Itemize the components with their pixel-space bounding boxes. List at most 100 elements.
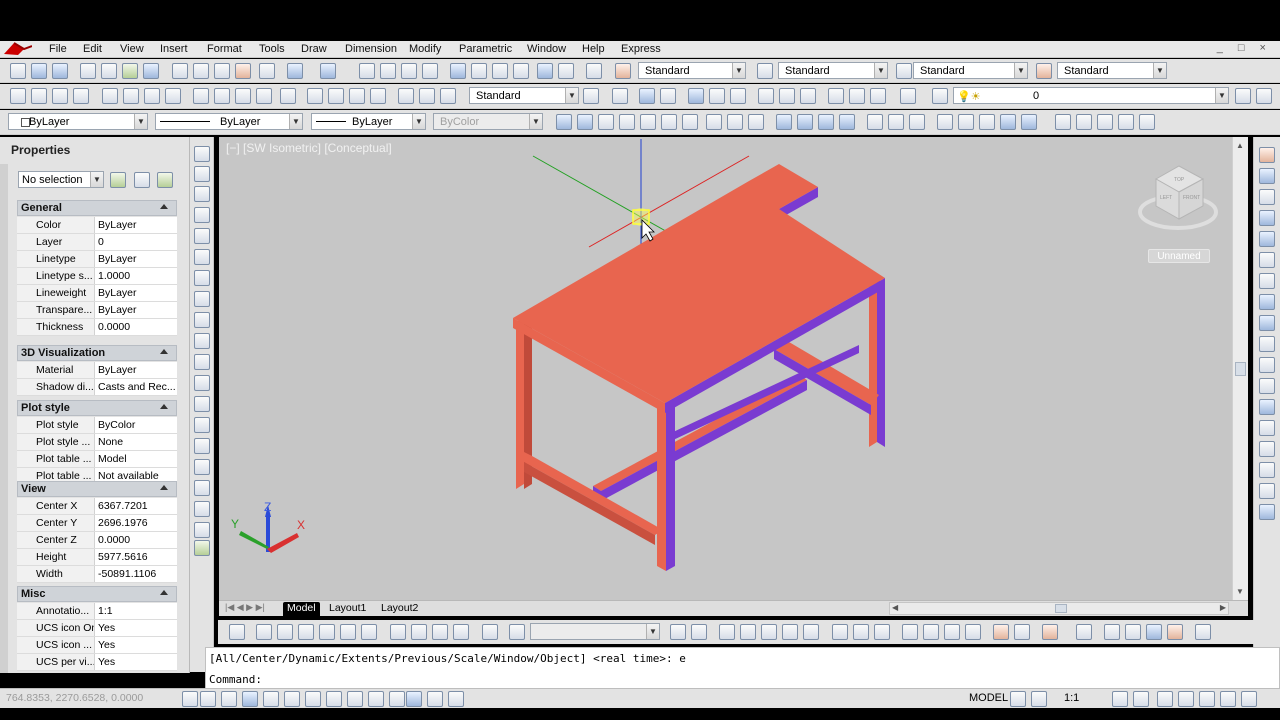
plot-preview-icon[interactable] <box>101 63 117 79</box>
2d-wireframe-icon[interactable] <box>1076 624 1092 640</box>
rectangle-icon[interactable] <box>194 228 210 244</box>
multileader-style-icon[interactable] <box>1036 63 1052 79</box>
hatch-icon[interactable] <box>194 438 210 454</box>
property-row[interactable]: Plot style ... None <box>17 434 177 451</box>
pan-icon[interactable] <box>359 63 375 79</box>
tab-layout2[interactable]: Layout2 <box>377 602 422 616</box>
color-control[interactable]: ByLayer ▼ <box>8 113 148 130</box>
fillet-icon[interactable] <box>1259 462 1275 478</box>
property-row[interactable]: Annotatio... 1:1 <box>17 603 177 620</box>
menu-modify[interactable]: Modify <box>409 43 441 55</box>
stretch-icon[interactable] <box>1259 315 1275 331</box>
tool-palettes-icon[interactable] <box>492 63 508 79</box>
property-row[interactable]: Layer 0 <box>17 234 177 251</box>
break-icon[interactable] <box>1259 399 1275 415</box>
dim-jogged-icon[interactable] <box>123 88 139 104</box>
spline-icon[interactable] <box>194 312 210 328</box>
new-icon[interactable] <box>10 63 26 79</box>
sheet-set-icon[interactable] <box>513 63 529 79</box>
ucs-y-icon[interactable] <box>849 88 865 104</box>
visual-styles-manager-icon[interactable] <box>1195 624 1211 640</box>
subtract-icon[interactable] <box>888 114 904 130</box>
quick-dim-icon[interactable] <box>193 88 209 104</box>
make-object-layer-current-icon[interactable] <box>1235 88 1251 104</box>
join-icon[interactable] <box>1259 420 1275 436</box>
quick-select-icon[interactable] <box>157 172 173 188</box>
sw-iso-icon[interactable] <box>390 624 406 640</box>
revolve-icon[interactable] <box>818 114 834 130</box>
select-objects-icon[interactable] <box>134 172 150 188</box>
design-center-icon[interactable] <box>471 63 487 79</box>
block-editor-icon[interactable] <box>259 63 275 79</box>
ucs-origin-icon[interactable] <box>758 88 774 104</box>
dim-diameter-icon[interactable] <box>144 88 160 104</box>
property-row[interactable]: Plot style ByColor <box>17 417 177 434</box>
publish-icon[interactable] <box>122 63 138 79</box>
menu-tools[interactable]: Tools <box>259 43 285 55</box>
linetype-control[interactable]: ByLayer ▼ <box>155 113 303 130</box>
dim-text-edit-icon[interactable] <box>419 88 435 104</box>
auto-scale-icon[interactable] <box>1133 691 1149 707</box>
polygon-icon[interactable] <box>194 207 210 223</box>
property-value[interactable]: Casts and Rec... <box>97 379 177 395</box>
property-value[interactable]: 1.0000 <box>97 268 177 284</box>
osnap-settings-icon[interactable] <box>1042 624 1058 640</box>
menu-help[interactable]: Help <box>582 43 605 55</box>
menu-view[interactable]: View <box>120 43 144 55</box>
ucs-view-icon[interactable] <box>730 88 746 104</box>
snap-parallel-icon[interactable] <box>923 624 939 640</box>
property-row[interactable]: Center X 6367.7201 <box>17 498 177 515</box>
selection-select[interactable]: No selection ▼ <box>18 171 104 188</box>
visual-style-icon[interactable] <box>509 624 525 640</box>
paste-icon[interactable] <box>214 63 230 79</box>
multiline-text-icon[interactable] <box>194 522 210 538</box>
ucs-icon[interactable] <box>639 88 655 104</box>
text-style-select[interactable]: Standard ▼ <box>638 62 746 79</box>
model-space-toggle[interactable]: MODEL <box>969 692 1008 704</box>
dim-linear-icon[interactable] <box>10 88 26 104</box>
snap-apparent-icon[interactable] <box>782 624 798 640</box>
save-icon[interactable] <box>52 63 68 79</box>
center-mark-icon[interactable] <box>328 88 344 104</box>
toggle-pickadd-icon[interactable] <box>110 172 126 188</box>
property-value[interactable]: 1:1 <box>97 603 177 619</box>
chamfer-icon[interactable] <box>1259 441 1275 457</box>
property-row[interactable]: Plot table ... Model <box>17 451 177 468</box>
presspull-icon[interactable] <box>776 114 792 130</box>
property-row[interactable]: UCS icon On Yes <box>17 620 177 637</box>
make-block-icon[interactable] <box>194 396 210 412</box>
ucs-zaxis-icon[interactable] <box>779 88 795 104</box>
collapse-caret-icon[interactable] <box>160 590 168 595</box>
snap-perpendicular-icon[interactable] <box>902 624 918 640</box>
ellipse-arc-icon[interactable] <box>194 354 210 370</box>
menu-parametric[interactable]: Parametric <box>459 43 512 55</box>
collapse-caret-icon[interactable] <box>160 404 168 409</box>
conceptual-icon[interactable] <box>1146 624 1162 640</box>
open-icon[interactable] <box>31 63 47 79</box>
bottom-view-icon[interactable] <box>277 624 293 640</box>
property-row[interactable]: Thickness 0.0000 <box>17 319 177 336</box>
scale-icon[interactable] <box>1259 294 1275 310</box>
dim-space-icon[interactable] <box>256 88 272 104</box>
jogged-linear-icon[interactable] <box>370 88 386 104</box>
calculator-icon[interactable] <box>558 63 574 79</box>
break-at-point-icon[interactable] <box>1259 378 1275 394</box>
undo-icon[interactable] <box>287 63 303 79</box>
coordinates-readout[interactable]: 764.8353, 2270.6528, 0.0000 <box>6 692 143 704</box>
quick-properties-icon[interactable] <box>427 691 443 707</box>
snap-quadrant-icon[interactable] <box>853 624 869 640</box>
menu-edit[interactable]: Edit <box>83 43 102 55</box>
grid-display-icon[interactable] <box>221 691 237 707</box>
dim-update-icon[interactable] <box>440 88 456 104</box>
view-manager-icon[interactable] <box>229 624 245 640</box>
property-row[interactable]: Linetype s... 1.0000 <box>17 268 177 285</box>
box-icon[interactable] <box>556 114 572 130</box>
property-value[interactable]: 5977.5616 <box>97 549 177 565</box>
shaded-icon[interactable] <box>1167 624 1183 640</box>
dim-break-icon[interactable] <box>280 88 296 104</box>
zoom-realtime-icon[interactable] <box>380 63 396 79</box>
property-row[interactable]: UCS icon ... Yes <box>17 637 177 654</box>
ucs-x-icon[interactable] <box>828 88 844 104</box>
3d-zoom-icon[interactable] <box>1076 114 1092 130</box>
cylinder-icon[interactable] <box>577 114 593 130</box>
